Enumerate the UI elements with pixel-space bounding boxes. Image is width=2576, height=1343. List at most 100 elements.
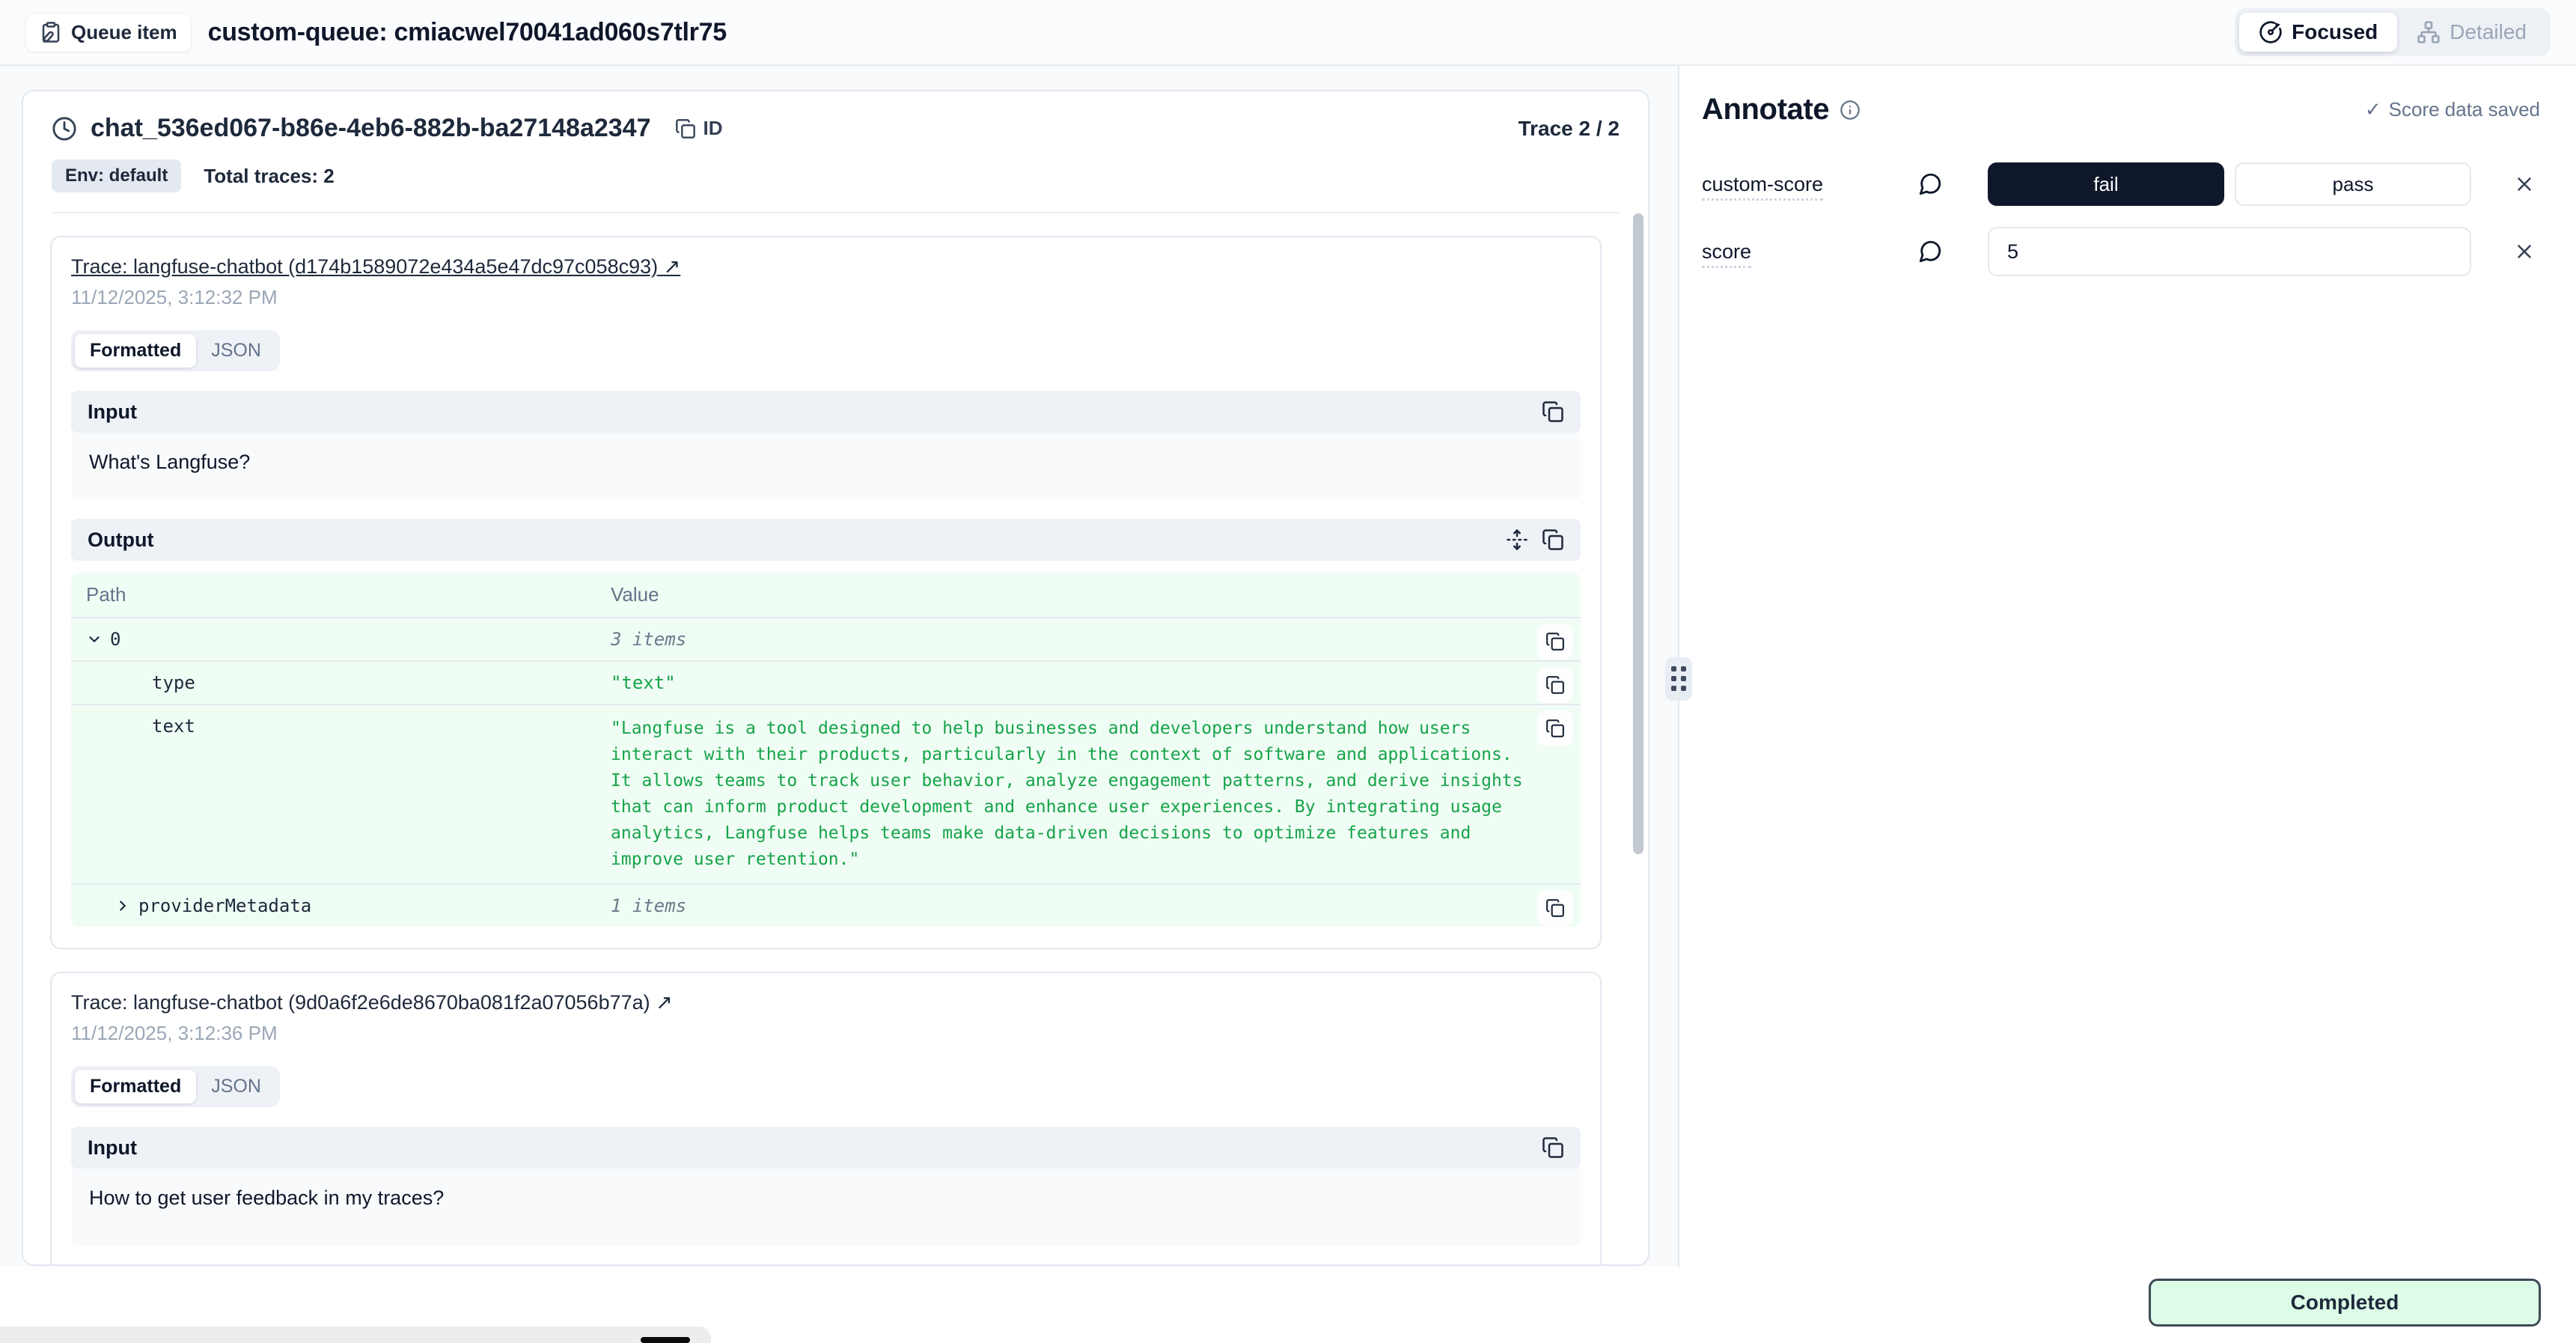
comment-bubble-icon[interactable] (1917, 239, 1943, 264)
trace-counter: Trace 2 / 2 (1519, 117, 1620, 141)
copy-row-button[interactable] (1537, 710, 1573, 746)
clock-icon (52, 116, 77, 141)
copy-row-button[interactable] (1537, 890, 1573, 926)
output-json-table-1: Path Value 0 3 items (71, 573, 1581, 927)
total-traces-label: Total traces: 2 (204, 165, 334, 188)
tab-formatted-2[interactable]: Formatted (75, 1070, 196, 1103)
copy-input-button-2[interactable] (1542, 1136, 1564, 1159)
json-path: 0 (110, 629, 120, 650)
queue-item-badge: Queue item (25, 13, 192, 52)
comment-bubble-icon[interactable] (1917, 171, 1943, 197)
trace-card-1: Trace: langfuse-chatbot (d174b1589072e43… (50, 236, 1602, 949)
vertical-scrollbar[interactable] (1633, 213, 1643, 854)
copy-output-button-1[interactable] (1542, 529, 1564, 551)
view-mode-toggle: Focused Detailed (2235, 8, 2551, 56)
copy-icon (1545, 898, 1565, 918)
queue-item-badge-label: Queue item (71, 21, 177, 44)
score-value-input[interactable] (1988, 227, 2471, 276)
copy-icon (1542, 1136, 1564, 1159)
json-row-text[interactable]: text "Langfuse is a tool designed to hel… (71, 704, 1581, 883)
json-row-providerMetadata[interactable]: providerMetadata 1 items (71, 883, 1581, 927)
output-section-1: Output (71, 519, 1581, 927)
copy-icon (675, 118, 696, 139)
json-path: providerMetadata (138, 895, 311, 916)
gauge-icon (2259, 20, 2283, 44)
external-link-icon: ↗ (664, 255, 681, 278)
focused-view-label: Focused (2292, 20, 2378, 44)
expand-output-button-1[interactable] (1506, 529, 1528, 551)
copy-icon (1542, 401, 1564, 423)
copy-id-button[interactable]: ID (675, 117, 723, 140)
output-label-1: Output (88, 529, 153, 552)
check-icon: ✓ (2365, 98, 2381, 121)
delete-score-icon[interactable] (2509, 240, 2540, 263)
score-row-custom-score: custom-score fail pass (1702, 162, 2540, 206)
input-label-2: Input (88, 1136, 137, 1160)
json-row-type[interactable]: type "text" (71, 660, 1581, 704)
copy-input-button-1[interactable] (1542, 401, 1564, 423)
annotate-panel: Annotate ✓ Score data saved custom-score… (1679, 66, 2576, 1267)
input-section-1: Input What's Langfuse? (71, 391, 1581, 499)
trace-link-2[interactable]: Trace: langfuse-chatbot (9d0a6f2e6de8670… (71, 991, 673, 1014)
json-row-0[interactable]: 0 3 items (71, 617, 1581, 660)
copy-id-label: ID (703, 117, 723, 140)
app-footer: Completed (0, 1267, 2576, 1343)
chevron-right-icon[interactable] (115, 898, 132, 914)
bottom-bar-artifact (641, 1337, 690, 1343)
input-text-2: How to get user feedback in my traces? (71, 1169, 1581, 1246)
info-icon[interactable] (1840, 100, 1861, 121)
copy-icon (1545, 719, 1565, 738)
detailed-view-label: Detailed (2450, 20, 2527, 44)
taskbar-fragment (0, 1327, 711, 1343)
score-row-score: score (1702, 227, 2540, 276)
trace-card-2: Trace: langfuse-chatbot (9d0a6f2e6de8670… (50, 972, 1602, 1266)
clipboard-pen-icon (40, 21, 62, 43)
app-header: Queue item custom-queue: cmiacwel70041ad… (0, 0, 2576, 66)
tab-formatted-1[interactable]: Formatted (75, 334, 196, 368)
option-fail-button[interactable]: fail (1988, 162, 2224, 206)
json-path: type (152, 672, 195, 693)
format-toggle-1: Formatted JSON (71, 330, 280, 371)
network-tree-icon (2417, 20, 2441, 44)
env-badge: Env: default (52, 159, 181, 192)
item-header: chat_536ed067-b86e-4eb6-882b-ba27148a234… (23, 91, 1648, 213)
json-value: 3 items (611, 629, 1528, 650)
copy-row-button[interactable] (1537, 624, 1573, 660)
save-status-label: Score data saved (2389, 98, 2540, 121)
copy-row-button[interactable] (1537, 667, 1573, 703)
json-value: "Langfuse is a tool designed to help bus… (611, 716, 1528, 873)
json-table-header: Path Value (71, 573, 1581, 617)
queue-item-panel: chat_536ed067-b86e-4eb6-882b-ba27148a234… (22, 90, 1649, 1266)
trace-timestamp-1: 11/12/2025, 3:12:32 PM (71, 286, 1581, 309)
detailed-view-button[interactable]: Detailed (2397, 13, 2546, 52)
score-name-custom-score: custom-score (1702, 173, 1917, 196)
json-path: text (152, 716, 195, 737)
column-value: Value (611, 583, 1528, 606)
column-path: Path (71, 583, 611, 606)
input-label-1: Input (88, 401, 137, 424)
page-title: custom-queue: cmiacwel70041ad060s7tlr75 (208, 18, 727, 47)
save-status: ✓ Score data saved (2365, 98, 2540, 121)
tab-json-1[interactable]: JSON (196, 334, 276, 368)
option-pass-button[interactable]: pass (2235, 162, 2471, 206)
json-value: 1 items (611, 895, 1528, 916)
copy-icon (1545, 632, 1565, 651)
copy-icon (1542, 529, 1564, 551)
unfold-vertical-icon (1506, 529, 1528, 551)
trace-cards: Trace: langfuse-chatbot (d174b1589072e43… (23, 213, 1648, 1266)
json-value: "text" (611, 672, 1528, 693)
panel-resize-handle[interactable] (1665, 657, 1692, 701)
delete-score-icon[interactable] (2509, 173, 2540, 195)
tab-json-2[interactable]: JSON (196, 1070, 276, 1103)
focused-view-button[interactable]: Focused (2239, 13, 2397, 52)
trace-link-1[interactable]: Trace: langfuse-chatbot (d174b1589072e43… (71, 255, 680, 278)
item-title: chat_536ed067-b86e-4eb6-882b-ba27148a234… (91, 114, 651, 143)
chevron-down-icon[interactable] (86, 631, 104, 648)
copy-icon (1545, 675, 1565, 695)
completed-button[interactable]: Completed (2149, 1279, 2541, 1327)
output-section-2: Output (71, 1265, 1581, 1266)
trace-timestamp-2: 11/12/2025, 3:12:36 PM (71, 1022, 1581, 1045)
score-name-score: score (1702, 240, 1917, 264)
format-toggle-2: Formatted JSON (71, 1066, 280, 1107)
annotate-title: Annotate (1702, 93, 1829, 127)
